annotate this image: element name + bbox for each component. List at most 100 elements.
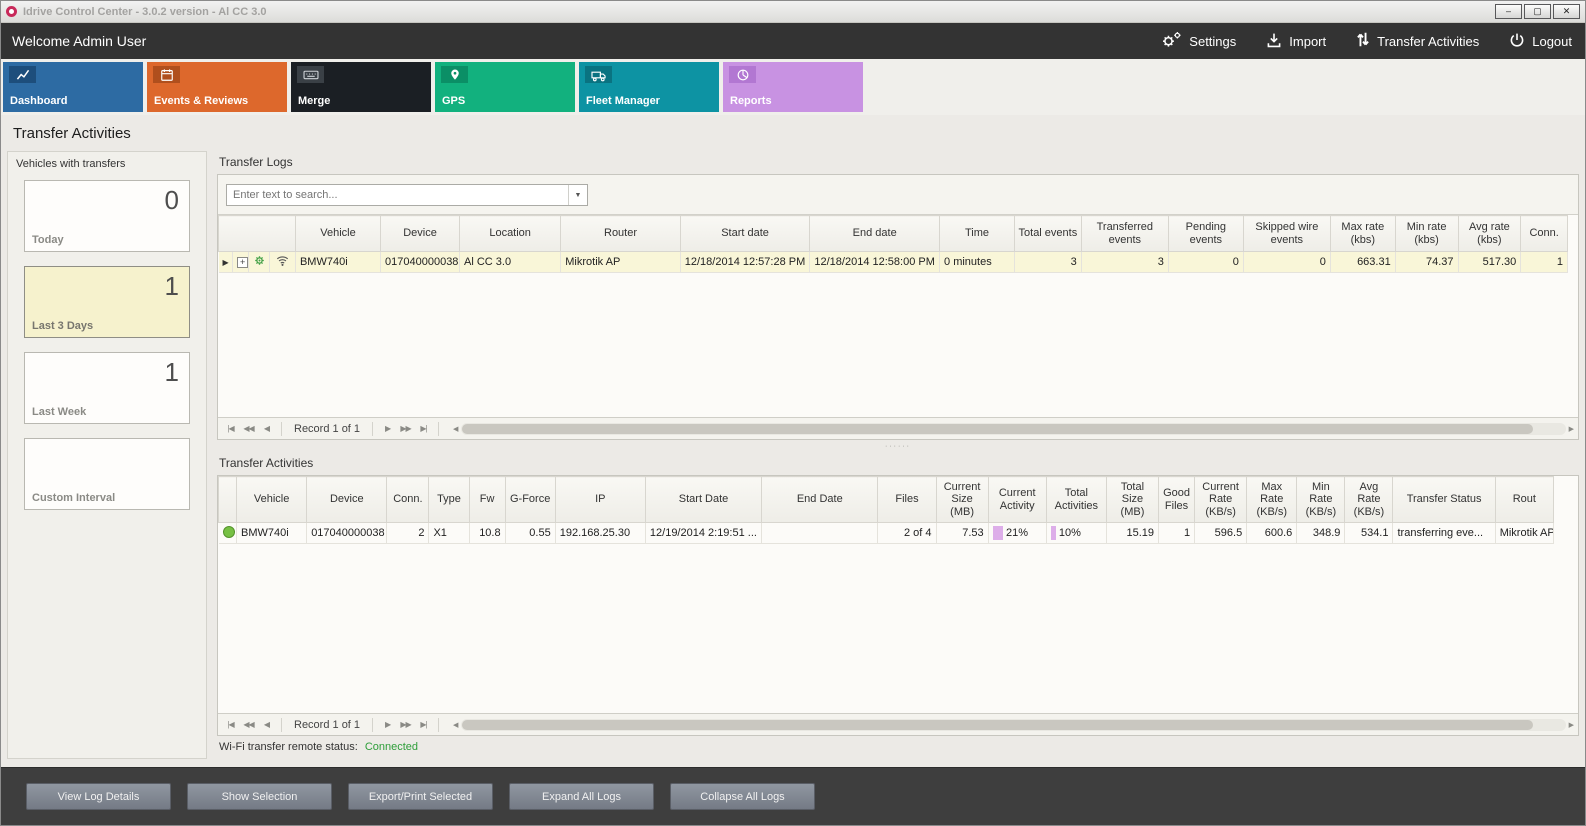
- column-header-current-size[interactable]: Current Size (MB): [936, 477, 988, 523]
- pie-chart-icon: [729, 66, 756, 83]
- cell-skipped-wire-events: 0: [1243, 252, 1330, 273]
- scroll-right-icon[interactable]: ▶: [1569, 425, 1574, 433]
- column-header-status: [219, 477, 237, 523]
- filter-card-last-3-days[interactable]: 1 Last 3 Days: [24, 266, 190, 338]
- last-record-button[interactable]: ▶|: [415, 718, 432, 731]
- column-header-location[interactable]: Location: [460, 216, 561, 252]
- column-header-min-rate[interactable]: Min rate (kbs): [1395, 216, 1458, 252]
- column-header-current-rate[interactable]: Current Rate (KB/s): [1195, 477, 1247, 523]
- search-input[interactable]: [227, 189, 568, 201]
- prev-record-button[interactable]: ◀: [258, 422, 275, 435]
- first-record-button[interactable]: |◀: [222, 422, 239, 435]
- column-header-router[interactable]: Router: [561, 216, 681, 252]
- filter-card-custom-interval[interactable]: Custom Interval: [24, 438, 190, 510]
- cell-router: Mikrotik AP: [1495, 523, 1553, 544]
- last-record-button[interactable]: ▶|: [415, 422, 432, 435]
- tile-fleet-manager[interactable]: Fleet Manager: [579, 62, 719, 112]
- view-log-details-button[interactable]: View Log Details: [26, 783, 171, 810]
- filter-card-today[interactable]: 0 Today: [24, 180, 190, 252]
- column-header-transferred-events[interactable]: Transferred events: [1081, 216, 1168, 252]
- scrollbar-thumb[interactable]: [462, 424, 1533, 434]
- column-header-g-force[interactable]: G-Force: [505, 477, 555, 523]
- maximize-button[interactable]: ▢: [1524, 4, 1551, 19]
- column-header-total-activities[interactable]: Total Activities: [1046, 477, 1106, 523]
- app-icon: [6, 6, 17, 17]
- horizontal-scrollbar[interactable]: ◀ ▶: [453, 423, 1574, 435]
- column-header-conn[interactable]: Conn.: [387, 477, 429, 523]
- column-header-conn[interactable]: Conn.: [1521, 216, 1568, 252]
- tile-events-reviews[interactable]: Events & Reviews: [147, 62, 287, 112]
- scroll-right-icon[interactable]: ▶: [1569, 721, 1574, 729]
- prev-page-button[interactable]: ◀◀: [240, 422, 257, 435]
- collapse-all-logs-button[interactable]: Collapse All Logs: [670, 783, 815, 810]
- expand-all-logs-button[interactable]: Expand All Logs: [509, 783, 654, 810]
- next-page-button[interactable]: ▶▶: [397, 422, 414, 435]
- column-header-time[interactable]: Time: [940, 216, 1015, 252]
- row-expander-icon[interactable]: ▶: [223, 258, 229, 267]
- column-header-good-files[interactable]: Good Files: [1159, 477, 1195, 523]
- column-header-total-size[interactable]: Total Size (MB): [1106, 477, 1158, 523]
- prev-page-button[interactable]: ◀◀: [240, 718, 257, 731]
- column-header-vehicle[interactable]: Vehicle: [295, 216, 380, 252]
- close-button[interactable]: ✕: [1553, 4, 1580, 19]
- last-week-label: Last Week: [32, 406, 86, 418]
- column-header-start-date[interactable]: Start date: [680, 216, 810, 252]
- cell-ip: 192.168.25.30: [555, 523, 645, 544]
- tile-dashboard[interactable]: Dashboard: [3, 62, 143, 112]
- tile-merge[interactable]: Merge: [291, 62, 431, 112]
- scroll-left-icon[interactable]: ◀: [453, 721, 458, 729]
- transfer-activities-button[interactable]: Transfer Activities: [1356, 31, 1479, 51]
- today-count: 0: [165, 185, 179, 216]
- table-row[interactable]: BMW740i 017040000038 2 X1 10.8 0.55 192.…: [219, 523, 1554, 544]
- tile-reports[interactable]: Reports: [723, 62, 863, 112]
- column-header-type[interactable]: Type: [429, 477, 469, 523]
- column-header-skipped-wire-events[interactable]: Skipped wire events: [1243, 216, 1330, 252]
- filter-card-last-week[interactable]: 1 Last Week: [24, 352, 190, 424]
- wifi-icon: [275, 258, 290, 270]
- gears-icon: [1160, 31, 1182, 51]
- column-header-max-rate[interactable]: Max rate (kbs): [1330, 216, 1395, 252]
- scroll-left-icon[interactable]: ◀: [453, 425, 458, 433]
- logout-button[interactable]: Logout: [1509, 32, 1572, 51]
- column-header-current-activity[interactable]: Current Activity: [988, 477, 1046, 523]
- column-header-router[interactable]: Rout: [1495, 477, 1553, 523]
- minimize-button[interactable]: –: [1495, 4, 1522, 19]
- last-3-days-count: 1: [165, 271, 179, 302]
- column-header-end-date[interactable]: End date: [810, 216, 940, 252]
- next-record-button[interactable]: ▶: [379, 422, 396, 435]
- column-header-device[interactable]: Device: [307, 477, 387, 523]
- column-header-pending-events[interactable]: Pending events: [1168, 216, 1243, 252]
- column-header-avg-rate[interactable]: Avg Rate (KB/s): [1345, 477, 1393, 523]
- first-record-button[interactable]: |◀: [222, 718, 239, 731]
- column-header-vehicle[interactable]: Vehicle: [237, 477, 307, 523]
- cell-max-rate: 600.6: [1247, 523, 1297, 544]
- horizontal-scrollbar[interactable]: ◀ ▶: [453, 719, 1574, 731]
- column-header-fw[interactable]: Fw: [469, 477, 505, 523]
- column-header-transfer-status[interactable]: Transfer Status: [1393, 477, 1495, 523]
- app-window: Idrive Control Center - 3.0.2 version - …: [0, 0, 1586, 826]
- column-header-avg-rate[interactable]: Avg rate (kbs): [1458, 216, 1521, 252]
- show-selection-button[interactable]: Show Selection: [187, 783, 332, 810]
- tile-gps[interactable]: GPS: [435, 62, 575, 112]
- expand-plus-icon[interactable]: +: [237, 257, 248, 268]
- column-header-max-rate[interactable]: Max Rate (KB/s): [1247, 477, 1297, 523]
- chevron-down-icon[interactable]: ▼: [568, 185, 587, 205]
- column-header-device[interactable]: Device: [381, 216, 460, 252]
- panel-splitter[interactable]: ······: [217, 440, 1579, 452]
- column-header-end-date[interactable]: End Date: [762, 477, 878, 523]
- table-row[interactable]: ▶ + BMW740i 017040000038 Al CC: [219, 252, 1568, 273]
- prev-record-button[interactable]: ◀: [258, 718, 275, 731]
- column-header-start-date[interactable]: Start Date: [645, 477, 761, 523]
- column-header-total-events[interactable]: Total events: [1014, 216, 1081, 252]
- vehicle-status-dot: [223, 526, 235, 538]
- settings-button[interactable]: Settings: [1160, 31, 1236, 51]
- next-page-button[interactable]: ▶▶: [397, 718, 414, 731]
- export-print-selected-button[interactable]: Export/Print Selected: [348, 783, 493, 810]
- column-header-min-rate[interactable]: Min Rate (KB/s): [1297, 477, 1345, 523]
- next-record-button[interactable]: ▶: [379, 718, 396, 731]
- cell-transferred-events: 3: [1081, 252, 1168, 273]
- scrollbar-thumb[interactable]: [462, 720, 1533, 730]
- column-header-files[interactable]: Files: [878, 477, 936, 523]
- import-button[interactable]: Import: [1266, 32, 1326, 51]
- column-header-ip[interactable]: IP: [555, 477, 645, 523]
